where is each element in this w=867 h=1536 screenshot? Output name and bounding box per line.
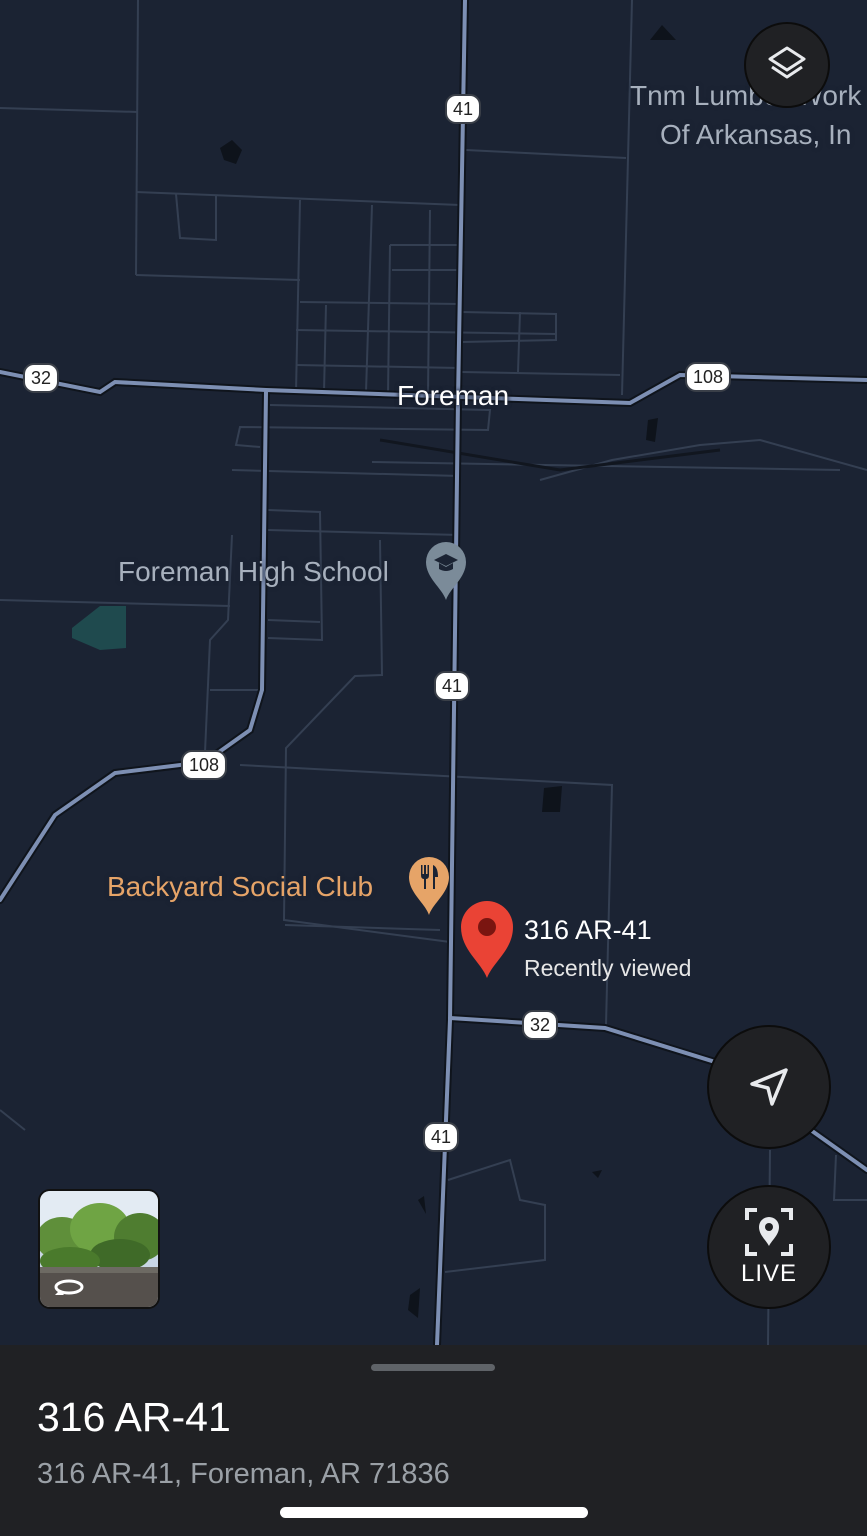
live-view-button[interactable]: LIVE — [707, 1185, 831, 1309]
graduation-cap-icon[interactable] — [424, 540, 468, 602]
route-shield-108: 108 — [180, 750, 228, 780]
route-shield-108: 108 — [684, 362, 732, 392]
pin-subtitle: Recently viewed — [524, 955, 692, 981]
fork-knife-icon[interactable] — [407, 855, 451, 917]
street-view-thumbnail[interactable] — [38, 1189, 160, 1309]
home-indicator[interactable] — [280, 1507, 588, 1518]
poi-label-school[interactable]: Foreman High School — [118, 556, 389, 588]
layers-button[interactable] — [744, 22, 830, 108]
live-view-icon — [745, 1208, 793, 1256]
place-address: 316 AR-41, Foreman, AR 71836 — [37, 1458, 450, 1490]
pin-title[interactable]: 316 AR-41 — [524, 915, 652, 946]
layers-icon — [768, 46, 806, 79]
location-pin-icon[interactable] — [459, 900, 515, 980]
navigate-button[interactable] — [707, 1025, 831, 1149]
sheet-drag-handle[interactable] — [371, 1364, 495, 1371]
route-shield-32: 32 — [22, 363, 60, 393]
place-title: 316 AR-41 — [37, 1394, 231, 1440]
poi-label-restaurant[interactable]: Backyard Social Club — [107, 871, 373, 903]
route-shield-32: 32 — [521, 1010, 559, 1040]
route-shield-41: 41 — [422, 1122, 460, 1152]
poi-label-lumber-line2[interactable]: Of Arkansas, In — [660, 119, 851, 151]
poi-label-lumber[interactable]: Tnm Lumber Work — [630, 80, 861, 112]
rotate-360-icon — [54, 1279, 84, 1295]
navigation-arrow-icon — [750, 1068, 788, 1106]
route-shield-41: 41 — [444, 94, 482, 124]
town-label[interactable]: Foreman — [397, 380, 509, 412]
route-shield-41: 41 — [433, 671, 471, 701]
map-canvas[interactable]: 41 32 108 41 108 32 41 Tnm Lumber Work O… — [0, 0, 867, 1345]
live-label: LIVE — [740, 1260, 798, 1287]
